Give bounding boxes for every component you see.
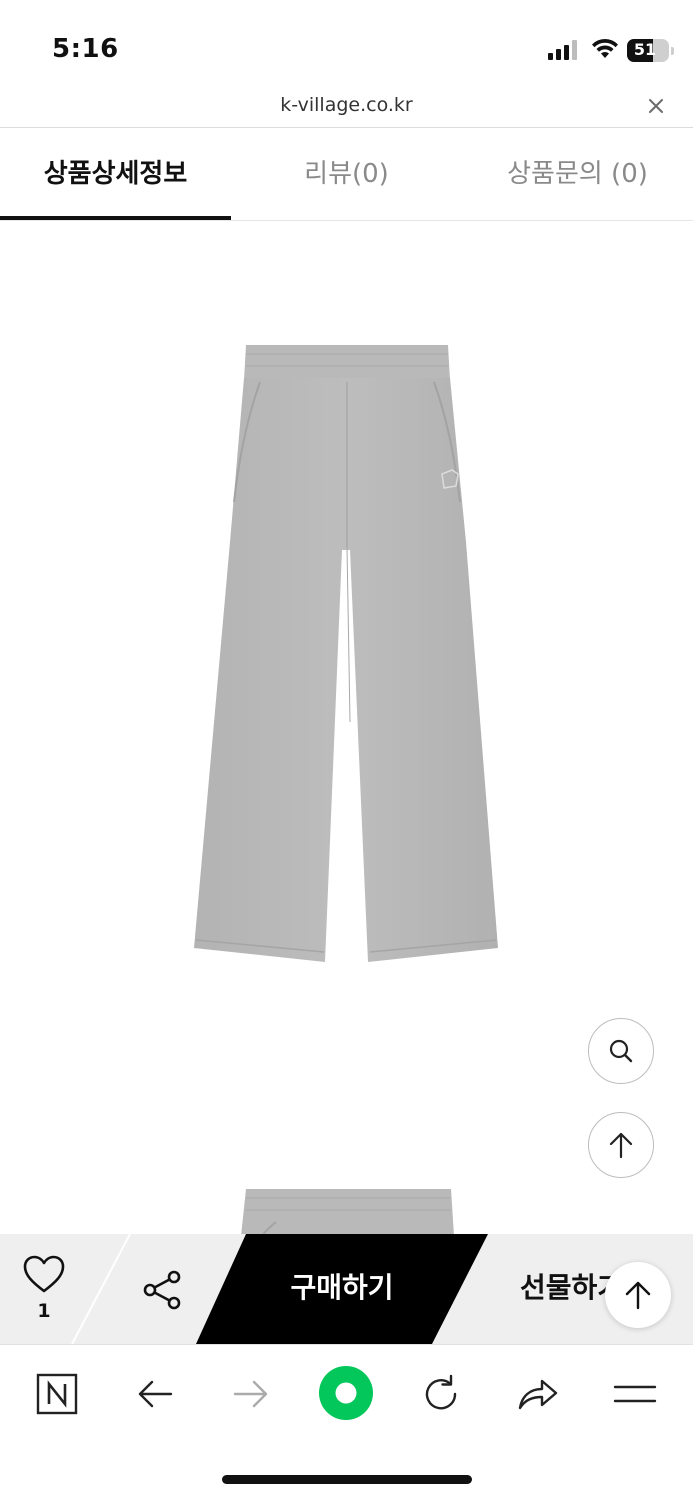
- green-home-button[interactable]: [318, 1365, 374, 1421]
- menu-icon: [613, 1385, 657, 1403]
- back-button[interactable]: [130, 1369, 180, 1419]
- menu-button[interactable]: [610, 1369, 660, 1419]
- reload-button[interactable]: [416, 1369, 466, 1419]
- product-image-2: [241, 1189, 454, 1236]
- tab-reviews[interactable]: 리뷰(0): [231, 129, 462, 221]
- purchase-bar: 1 구매하기 선물하기: [0, 1234, 693, 1344]
- scroll-top-button-floating[interactable]: [605, 1262, 671, 1328]
- close-icon[interactable]: [646, 96, 666, 116]
- heart-icon[interactable]: [22, 1254, 66, 1294]
- share-icon[interactable]: [142, 1270, 184, 1310]
- url-text[interactable]: k-village.co.kr: [0, 94, 693, 116]
- zoom-button[interactable]: [588, 1018, 654, 1084]
- wifi-icon: [592, 38, 618, 58]
- arrow-up-icon: [625, 1281, 651, 1310]
- home-green-circle-icon: [319, 1366, 373, 1420]
- browser-toolbar: [0, 1344, 693, 1444]
- arrow-up-icon: [609, 1132, 633, 1159]
- status-bar: 5:16 51: [0, 0, 693, 90]
- back-arrow-icon: [138, 1380, 173, 1408]
- tab-product-detail[interactable]: 상품상세정보: [0, 129, 231, 221]
- share-arrow-icon: [518, 1379, 558, 1410]
- product-image: [194, 345, 498, 962]
- active-tab-indicator: [0, 216, 231, 220]
- battery-icon: 51: [627, 39, 674, 62]
- tab-inquiries[interactable]: 상품문의 (0): [462, 129, 693, 221]
- forward-button[interactable]: [226, 1369, 276, 1419]
- url-bar: k-village.co.kr: [0, 90, 693, 128]
- home-indicator: [222, 1475, 472, 1484]
- like-count: 1: [37, 1300, 51, 1322]
- naver-n-icon: [36, 1373, 78, 1415]
- cellular-signal-icon: [548, 40, 577, 60]
- buy-button[interactable]: 구매하기: [232, 1234, 452, 1344]
- product-tabs: 상품상세정보 리뷰(0) 상품문의 (0): [0, 129, 693, 221]
- magnifier-icon: [609, 1039, 633, 1063]
- naver-home-button[interactable]: [32, 1369, 82, 1419]
- forward-arrow-icon: [233, 1380, 268, 1408]
- scroll-top-button[interactable]: [588, 1112, 654, 1178]
- share-page-button[interactable]: [513, 1369, 563, 1419]
- status-time: 5:16: [52, 34, 119, 64]
- battery-level: 51: [633, 40, 657, 59]
- reload-icon: [425, 1374, 457, 1410]
